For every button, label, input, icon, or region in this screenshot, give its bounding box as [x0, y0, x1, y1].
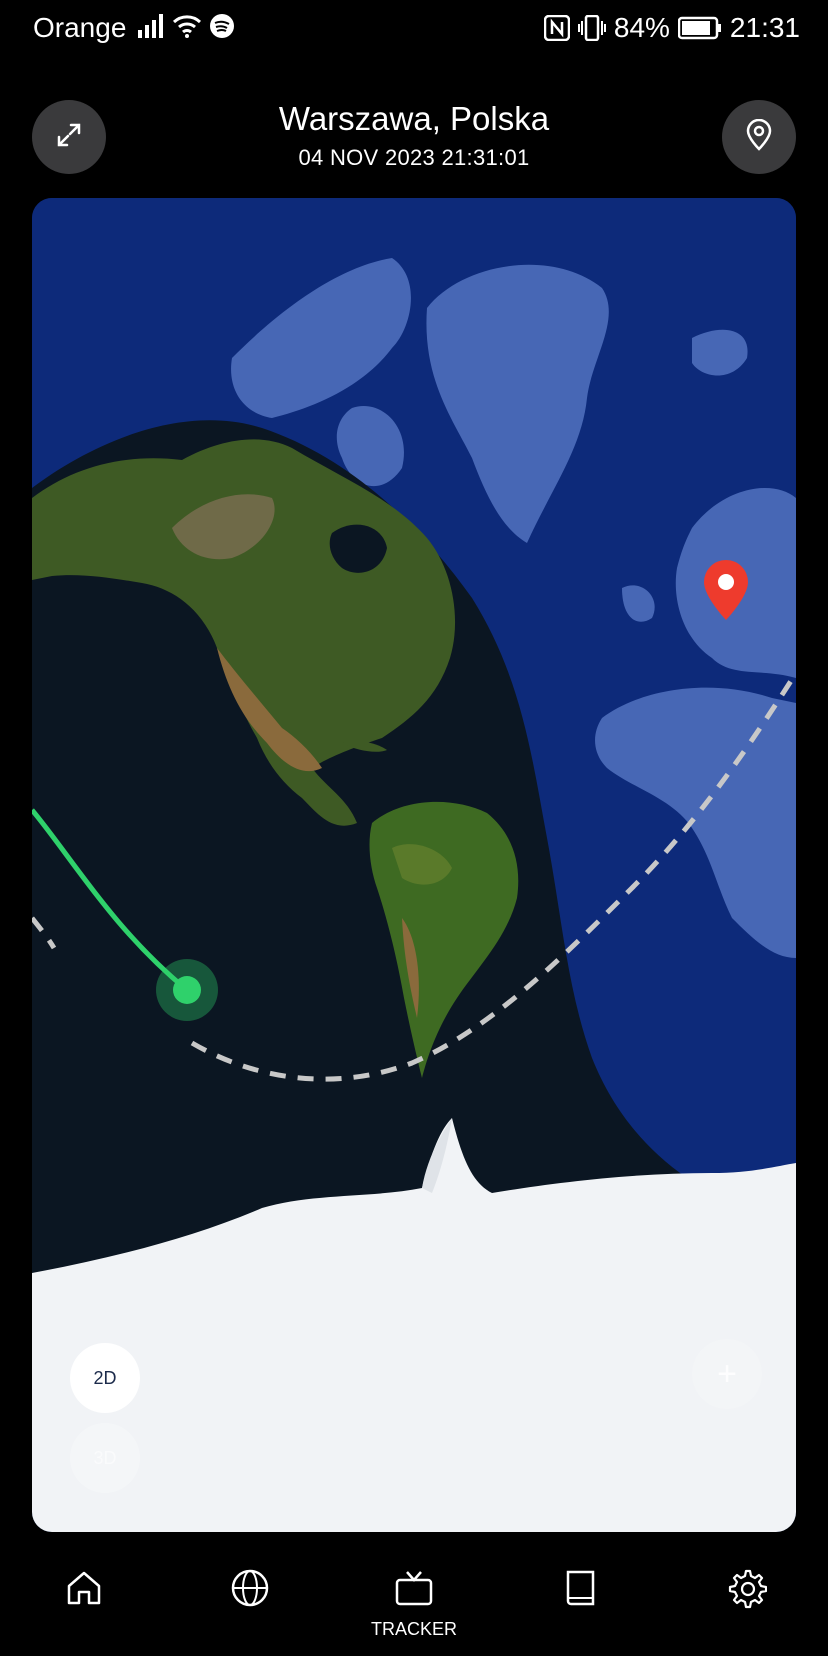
view-2d-button[interactable]: 2D — [70, 1343, 140, 1413]
nfc-icon — [543, 15, 570, 41]
globe-icon — [230, 1568, 270, 1613]
location-title: Warszawa, Polska — [278, 100, 550, 137]
datetime-label: 04 NOV 2023 21:31:01 — [298, 145, 530, 170]
nav-globe[interactable] — [210, 1568, 290, 1648]
location-button[interactable] — [722, 100, 796, 174]
spotify-icon — [210, 14, 234, 43]
signal-icon — [138, 14, 164, 43]
nav-settings[interactable] — [706, 1568, 786, 1648]
satellite-marker — [173, 976, 201, 1004]
nav-home[interactable] — [44, 1568, 124, 1648]
book-icon — [560, 1568, 600, 1613]
carrier-name: Orange — [33, 12, 127, 43]
gear-icon — [725, 1568, 768, 1615]
status-bar: Orange 84% 21:31 — [0, 0, 828, 58]
view-3d-button[interactable]: 3D — [70, 1423, 140, 1493]
battery-percent: 84% — [613, 12, 670, 43]
bottom-nav: TRACKER — [0, 1550, 828, 1656]
nav-tracker[interactable]: TRACKER — [371, 1568, 458, 1648]
view-toggle: 2D 3D — [70, 1343, 142, 1499]
wifi-icon — [172, 14, 202, 43]
clock: 21:31 — [729, 12, 800, 43]
nav-book[interactable] — [540, 1568, 620, 1648]
vibrate-icon — [577, 15, 606, 41]
world-map[interactable]: 2D 3D + — [32, 198, 796, 1532]
home-icon — [64, 1568, 104, 1613]
battery-icon — [677, 16, 722, 40]
nav-tracker-label: TRACKER — [371, 1619, 458, 1639]
tv-icon — [394, 1568, 434, 1613]
location-pin-icon — [745, 118, 773, 156]
zoom-in-button[interactable]: + — [692, 1339, 762, 1409]
